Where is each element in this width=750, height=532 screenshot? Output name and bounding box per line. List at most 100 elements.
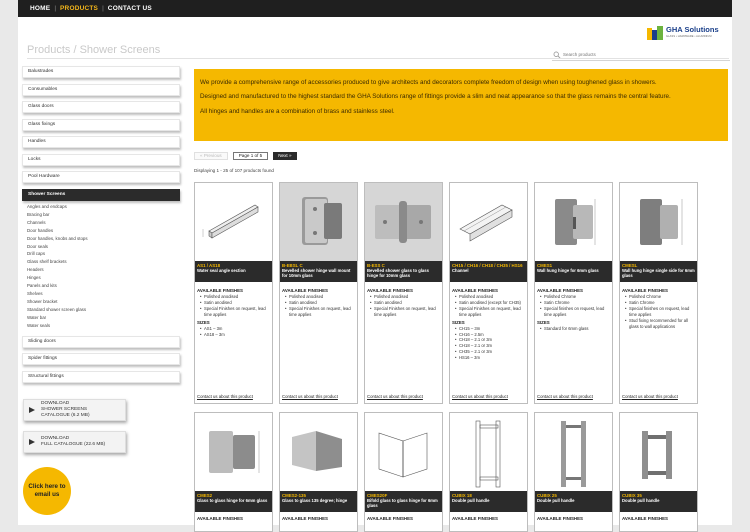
sidebar-item-handles[interactable]: Handles xyxy=(22,136,180,148)
product-caption: CMES2-135 Glass to glass 135 degree; hin… xyxy=(280,491,357,512)
product-details: AVAILABLE FINISHES Polished anodised Sat… xyxy=(282,286,356,318)
subcategory-link[interactable]: Door handles xyxy=(27,227,182,235)
subcategory-link[interactable]: Hinges xyxy=(27,274,182,282)
sidebar-item-spider-fittings[interactable]: Spider fittings xyxy=(22,353,180,365)
product-description: Glass to glass hinge for 6mm glass xyxy=(197,498,268,504)
nav-products[interactable]: PRODUCTS xyxy=(56,5,102,12)
sidebar-item-glass-doors[interactable]: Glass doors xyxy=(22,101,180,113)
search-box[interactable] xyxy=(552,49,730,61)
arrow-right-icon xyxy=(29,439,35,445)
finish-item: Special finishes on request, lead time a… xyxy=(622,306,696,318)
product-card[interactable]: CUBIX 25 Double pull handle AVAILABLE FI… xyxy=(534,412,613,532)
product-caption: B-ESS C Bevelled shower glass to glass h… xyxy=(365,261,442,282)
finish-item: Special Finishes on request, lead time a… xyxy=(452,306,526,318)
subcategory-link[interactable]: Shelves xyxy=(27,290,182,298)
contact-product-link[interactable]: Contact us about this product xyxy=(282,394,338,399)
product-card[interactable]: CUBIX 18 Double pull handle AVAILABLE FI… xyxy=(449,412,528,532)
finish-item: Special finishes on request, lead time a… xyxy=(537,306,611,318)
finishes-heading: AVAILABLE FINISHES xyxy=(282,516,328,521)
finish-item: Special Finishes on request, lead time a… xyxy=(282,306,356,318)
product-card[interactable]: B-ESS C Bevelled shower glass to glass h… xyxy=(364,182,443,404)
subcategory-link[interactable]: Drill caps xyxy=(27,250,182,258)
pull-handle-image xyxy=(450,413,527,491)
sidebar-item-shower-screens[interactable]: Shower Screens xyxy=(22,188,180,201)
product-card[interactable]: CUBIX 35 Double pull handle AVAILABLE FI… xyxy=(619,412,698,532)
search-input[interactable] xyxy=(563,52,723,57)
contact-product-link[interactable]: Contact us about this product xyxy=(367,394,423,399)
subcategory-link[interactable]: Glass shelf brackets xyxy=(27,258,182,266)
product-description: Double pull handle xyxy=(452,498,490,504)
product-card[interactable]: AS1 / AS18 Water seal angle section AVAI… xyxy=(194,182,273,404)
subcategory-link[interactable]: Water bar xyxy=(27,314,182,322)
product-description: Water seal angle section xyxy=(197,268,246,274)
intro-paragraph: We provide a comprehensive range of acce… xyxy=(200,79,657,86)
finishes-heading: AVAILABLE FINISHES xyxy=(367,516,413,521)
contact-product-link[interactable]: Contact us about this product xyxy=(452,394,508,399)
product-card[interactable]: CMES1 Wall hung hinge for 6mm glass AVAI… xyxy=(534,182,613,404)
product-description: Double pull handle xyxy=(537,498,575,504)
pull-handle-image xyxy=(620,413,697,491)
finishes-heading: AVAILABLE FINISHES xyxy=(197,516,243,521)
product-description: Wall hung hinge single side for 6mm glas… xyxy=(622,268,695,279)
product-description: Bifold glass to glass hinge for 6mm glas… xyxy=(367,498,438,509)
product-caption: CMES1 Wall hung hinge for 6mm glass xyxy=(535,261,612,282)
sidebar-item-sliding-doors[interactable]: Sliding doors xyxy=(22,335,180,348)
subcategory-link[interactable]: Door seals xyxy=(27,243,182,251)
product-card[interactable]: CMES2-135 Glass to glass 135 degree; hin… xyxy=(279,412,358,532)
download-line: FULL CATALOGUE (22.6 MB) xyxy=(41,442,106,447)
product-card[interactable]: B-EBSL C Bevelled shower hinge wall moun… xyxy=(279,182,358,404)
nav-home[interactable]: HOME xyxy=(26,5,54,12)
sidebar-item-locks[interactable]: Locks xyxy=(22,153,180,166)
pagination: « Previous Page 1 of 5 Next » xyxy=(194,152,297,160)
intro-paragraph: All hinges and handles are a combination… xyxy=(200,107,395,115)
finishes-heading: AVAILABLE FINISHES xyxy=(452,516,498,521)
product-caption: CUBIX 18 Double pull handle xyxy=(450,491,527,512)
subcategory-link[interactable]: Water seals xyxy=(27,322,182,330)
product-caption: CUBIX 25 Double pull handle xyxy=(535,491,612,512)
product-description: Bevelled shower hinge wall mount for 10m… xyxy=(282,268,351,279)
email-us-button[interactable]: Click here to email us xyxy=(23,467,71,515)
download-full-catalogue-button[interactable]: DOWNLOAD FULL CATALOGUE (22.6 MB) xyxy=(23,431,126,453)
download-shower-screens-catalogue-button[interactable]: DOWNLOAD SHOWER SCREENS CATALOGUE (6.2 M… xyxy=(23,399,126,421)
subcategory-link[interactable]: Headers xyxy=(27,266,182,274)
product-caption: CMES2 Glass to glass hinge for 6mm glass xyxy=(195,491,272,512)
results-count: Displaying 1 - 25 of 107 products found xyxy=(194,168,274,173)
product-caption: CUBIX 35 Double pull handle xyxy=(620,491,697,512)
contact-product-link[interactable]: Contact us about this product xyxy=(537,394,593,399)
nav-contact-us[interactable]: CONTACT US xyxy=(104,5,156,12)
subcategory-link[interactable]: Panels and kits xyxy=(27,282,182,290)
glass-hinge-image xyxy=(365,183,442,261)
page-title: Products / Shower Screens xyxy=(27,44,161,56)
subcategory-link[interactable]: Shower bracket xyxy=(27,298,182,306)
subcategory-link[interactable]: Door handles, knobs and stops xyxy=(27,235,182,243)
contact-product-link[interactable]: Contact us about this product xyxy=(622,394,678,399)
next-page-button[interactable]: Next » xyxy=(273,152,297,160)
contact-product-link[interactable]: Contact us about this product xyxy=(197,394,253,399)
product-description: Channel xyxy=(452,268,469,274)
product-card[interactable]: CMES2 Glass to glass hinge for 6mm glass… xyxy=(194,412,273,532)
pull-handle-image xyxy=(535,413,612,491)
subcategory-link[interactable]: Standard shower screen glass xyxy=(27,306,182,314)
arrow-right-icon xyxy=(29,407,35,413)
gha-logo[interactable]: GHA Solutions GLASS • HARDWARE • ALUMINI… xyxy=(646,24,728,42)
email-button-line: Click here to xyxy=(28,483,66,490)
sidebar-item-pool-hardware[interactable]: Pool Hardware xyxy=(22,171,180,183)
product-details: AVAILABLE FINISHES Polished anodised Sat… xyxy=(452,286,526,361)
subcategory-link[interactable]: Bracing bar xyxy=(27,211,182,219)
product-card[interactable]: CMESL Wall hung hinge single side for 6m… xyxy=(619,182,698,404)
product-description: Double pull handle xyxy=(622,498,660,504)
sidebar-item-balustrades[interactable]: Balustrades xyxy=(22,66,180,78)
top-nav: HOME | PRODUCTS | CONTACT US xyxy=(18,0,732,17)
sidebar-subcategory-list: Angles and endcaps Bracing bar Channels … xyxy=(22,203,182,330)
product-card[interactable]: CH15 / CH16 / CH18 / CH35 / HS16 Channel… xyxy=(449,182,528,404)
finish-item: Stud fixing recommended for all glass to… xyxy=(622,318,696,330)
angle-section-image xyxy=(195,183,272,261)
previous-page-button[interactable]: « Previous xyxy=(194,152,228,160)
subcategory-link[interactable]: Angles and endcaps xyxy=(27,203,182,211)
sidebar-item-consumables[interactable]: Consumables xyxy=(22,83,180,96)
sidebar-item-structural-fittings[interactable]: Structural fittings xyxy=(22,370,180,383)
size-item: HS16 – 3m xyxy=(452,355,526,361)
subcategory-link[interactable]: Channels xyxy=(27,219,182,227)
product-card[interactable]: CMES20F Bifold glass to glass hinge for … xyxy=(364,412,443,532)
sidebar-item-glass-fixings[interactable]: Glass fixings xyxy=(22,118,180,131)
